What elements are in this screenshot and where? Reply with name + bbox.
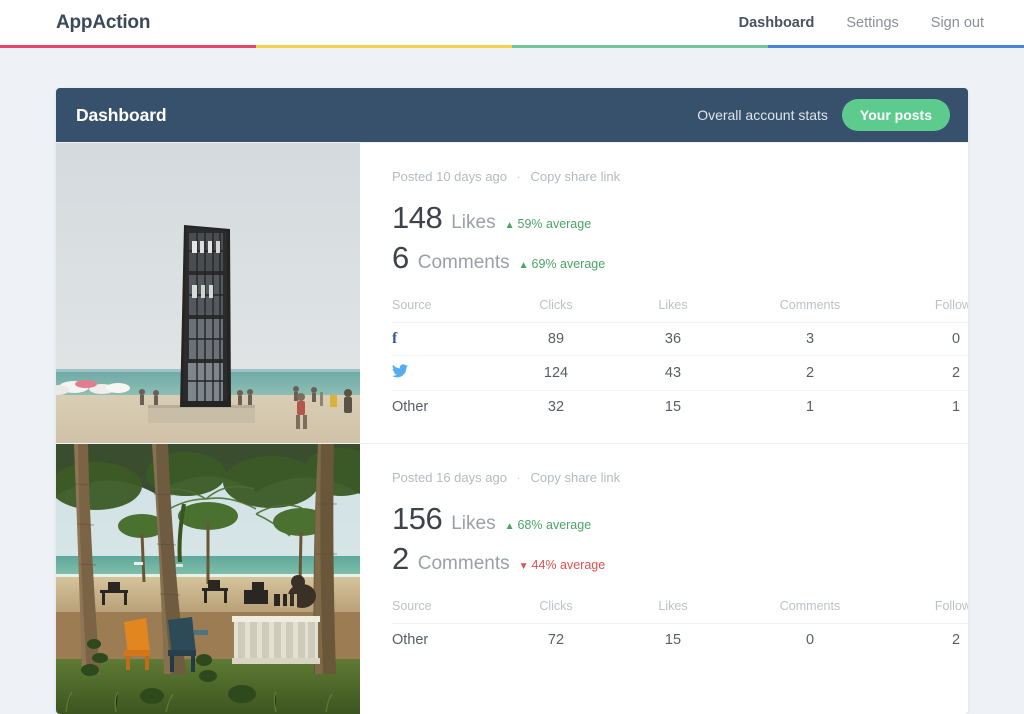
your-posts-button[interactable]: Your posts — [842, 99, 950, 131]
likes-count: 148 — [392, 200, 442, 236]
overall-account-stats-link[interactable]: Overall account stats — [697, 107, 828, 123]
post-stats-panel: Posted 16 days ago · Copy share link 156… — [360, 444, 968, 714]
comments-delta: ▼44% average — [519, 558, 606, 572]
row-clicks: 72 — [500, 624, 612, 657]
post-meta: Posted 16 days ago · Copy share link — [392, 470, 968, 485]
post-item: Posted 10 days ago · Copy share link 148… — [56, 142, 968, 443]
page-title: Dashboard — [76, 105, 167, 126]
likes-label: Likes — [451, 212, 495, 234]
post-item: Posted 16 days ago · Copy share link 156… — [56, 443, 968, 714]
tropical-beach-image — [56, 444, 360, 714]
stripe-segment-red — [0, 45, 256, 48]
header-clicks: Clicks — [500, 298, 612, 323]
app-logo[interactable]: AppAction — [56, 12, 150, 34]
twitter-bird-glyph — [392, 364, 408, 378]
likes-label: Likes — [451, 513, 495, 535]
post-thumbnail-beach-tower[interactable] — [56, 143, 360, 443]
likes-stat: 148 Likes ▲59% average — [392, 200, 968, 236]
row-follows: 2 — [886, 356, 968, 391]
nav-link-dashboard[interactable]: Dashboard — [739, 15, 815, 31]
arrow-up-icon: ▲ — [505, 521, 515, 532]
post-date: Posted 16 days ago — [392, 470, 507, 485]
row-source — [392, 356, 500, 391]
arrow-up-icon: ▲ — [519, 260, 529, 271]
row-source: f — [392, 323, 500, 356]
row-likes: 36 — [612, 323, 734, 356]
stripe-segment-blue — [768, 45, 1024, 48]
likes-delta-text: 68% average — [518, 518, 592, 532]
accent-stripe — [0, 45, 1024, 48]
header-comments: Comments — [734, 599, 886, 624]
header-follows: Follows — [886, 298, 968, 323]
dashboard-header-actions: Overall account stats Your posts — [697, 99, 950, 131]
nav-link-sign-out[interactable]: Sign out — [931, 15, 984, 31]
header-source: Source — [392, 599, 500, 624]
stripe-segment-green — [512, 45, 768, 48]
table-header-row: Source Clicks Likes Comments Follows — [392, 599, 968, 624]
header-clicks: Clicks — [500, 599, 612, 624]
comments-count: 2 — [392, 541, 409, 577]
arrow-up-icon: ▲ — [505, 220, 515, 231]
row-clicks: 124 — [500, 356, 612, 391]
twitter-icon — [392, 364, 408, 382]
dashboard-card-header: Dashboard Overall account stats Your pos… — [56, 88, 968, 142]
comments-stat: 2 Comments ▼44% average — [392, 541, 968, 577]
comments-delta-text: 44% average — [532, 558, 606, 572]
post-date: Posted 10 days ago — [392, 169, 507, 184]
likes-stat: 156 Likes ▲68% average — [392, 501, 968, 537]
post-thumbnail-tropical-beach[interactable] — [56, 444, 360, 714]
row-follows: 2 — [886, 624, 968, 657]
header-source: Source — [392, 298, 500, 323]
row-likes: 15 — [612, 391, 734, 424]
row-follows: 0 — [886, 323, 968, 356]
comments-stat: 6 Comments ▲69% average — [392, 240, 968, 276]
row-likes: 43 — [612, 356, 734, 391]
copy-share-link[interactable]: Copy share link — [531, 169, 621, 184]
header-likes: Likes — [612, 298, 734, 323]
table-row: Other 72 15 0 2 — [392, 624, 968, 657]
facebook-icon: f — [392, 331, 397, 347]
post-meta: Posted 10 days ago · Copy share link — [392, 169, 968, 184]
beach-tower-image — [56, 143, 360, 443]
comments-delta: ▲69% average — [519, 257, 606, 271]
row-clicks: 32 — [500, 391, 612, 424]
row-source: Other — [392, 624, 500, 657]
table-row: Other 32 15 1 1 — [392, 391, 968, 424]
dashboard-card: Dashboard Overall account stats Your pos… — [56, 88, 968, 714]
top-navigation-bar: AppAction Dashboard Settings Sign out — [0, 0, 1024, 45]
copy-share-link[interactable]: Copy share link — [531, 470, 621, 485]
table-row: 124 43 2 2 — [392, 356, 968, 391]
comments-label: Comments — [418, 252, 510, 274]
likes-delta: ▲68% average — [505, 518, 592, 532]
arrow-down-icon: ▼ — [519, 561, 529, 572]
meta-separator: · — [517, 470, 521, 485]
header-likes: Likes — [612, 599, 734, 624]
likes-delta: ▲59% average — [505, 217, 592, 231]
row-comments: 0 — [734, 624, 886, 657]
stripe-segment-yellow — [256, 45, 512, 48]
nav-link-settings[interactable]: Settings — [846, 15, 898, 31]
row-follows: 1 — [886, 391, 968, 424]
comments-delta-text: 69% average — [532, 257, 606, 271]
table-row: f 89 36 3 0 — [392, 323, 968, 356]
row-comments: 1 — [734, 391, 886, 424]
row-source: Other — [392, 391, 500, 424]
row-comments: 3 — [734, 323, 886, 356]
source-breakdown-table: Source Clicks Likes Comments Follows Oth… — [392, 599, 968, 656]
main-nav-links: Dashboard Settings Sign out — [739, 15, 984, 31]
likes-count: 156 — [392, 501, 442, 537]
row-likes: 15 — [612, 624, 734, 657]
header-follows: Follows — [886, 599, 968, 624]
source-breakdown-table: Source Clicks Likes Comments Follows f 8… — [392, 298, 968, 423]
likes-delta-text: 59% average — [518, 217, 592, 231]
row-comments: 2 — [734, 356, 886, 391]
meta-separator: · — [517, 169, 521, 184]
row-clicks: 89 — [500, 323, 612, 356]
post-stats-panel: Posted 10 days ago · Copy share link 148… — [360, 143, 968, 443]
header-comments: Comments — [734, 298, 886, 323]
comments-count: 6 — [392, 240, 409, 276]
table-header-row: Source Clicks Likes Comments Follows — [392, 298, 968, 323]
comments-label: Comments — [418, 553, 510, 575]
